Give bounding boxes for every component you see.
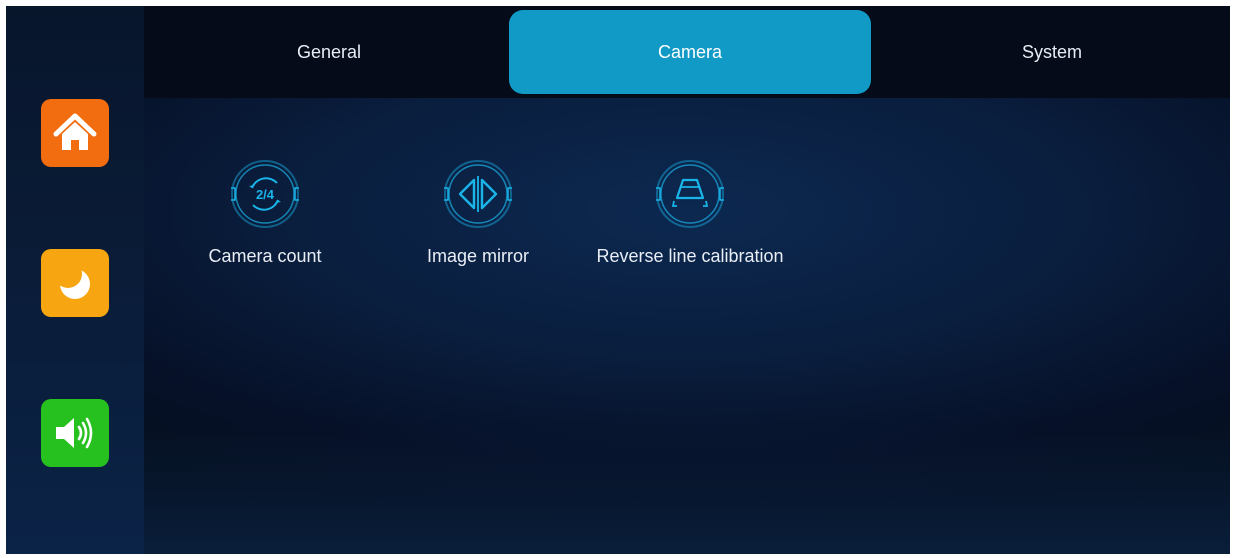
image-mirror-label: Image mirror <box>426 246 529 266</box>
camera-count-icon-text: 2/4 <box>256 187 275 202</box>
reverse-lines-icon <box>656 160 724 228</box>
speaker-icon <box>56 417 93 449</box>
camera-count-setting[interactable]: 2/4 Camera count <box>165 156 365 267</box>
rotate-icon: 2/4 <box>231 160 299 228</box>
tab-bar: General Camera System <box>144 6 1230 98</box>
reverse-line-calibration-label: Reverse line calibration <box>596 246 784 266</box>
moon-icon <box>54 260 90 299</box>
tab-camera[interactable]: Camera <box>509 10 871 94</box>
sidebar <box>6 6 144 554</box>
background-floor <box>144 424 1230 554</box>
tab-general[interactable]: General <box>148 10 510 94</box>
tab-system[interactable]: System <box>871 10 1230 94</box>
reverse-line-calibration-setting[interactable]: Reverse line calibration <box>590 156 790 267</box>
home-button[interactable] <box>41 99 109 167</box>
night-mode-button[interactable] <box>41 249 109 317</box>
app-screen: General Camera System 2/4 Camera count I… <box>6 6 1230 554</box>
home-icon <box>53 113 97 150</box>
image-mirror-setting[interactable]: Image mirror <box>378 156 578 267</box>
camera-count-label: Camera count <box>208 246 322 266</box>
volume-button[interactable] <box>41 399 109 467</box>
mirror-icon <box>444 160 512 228</box>
